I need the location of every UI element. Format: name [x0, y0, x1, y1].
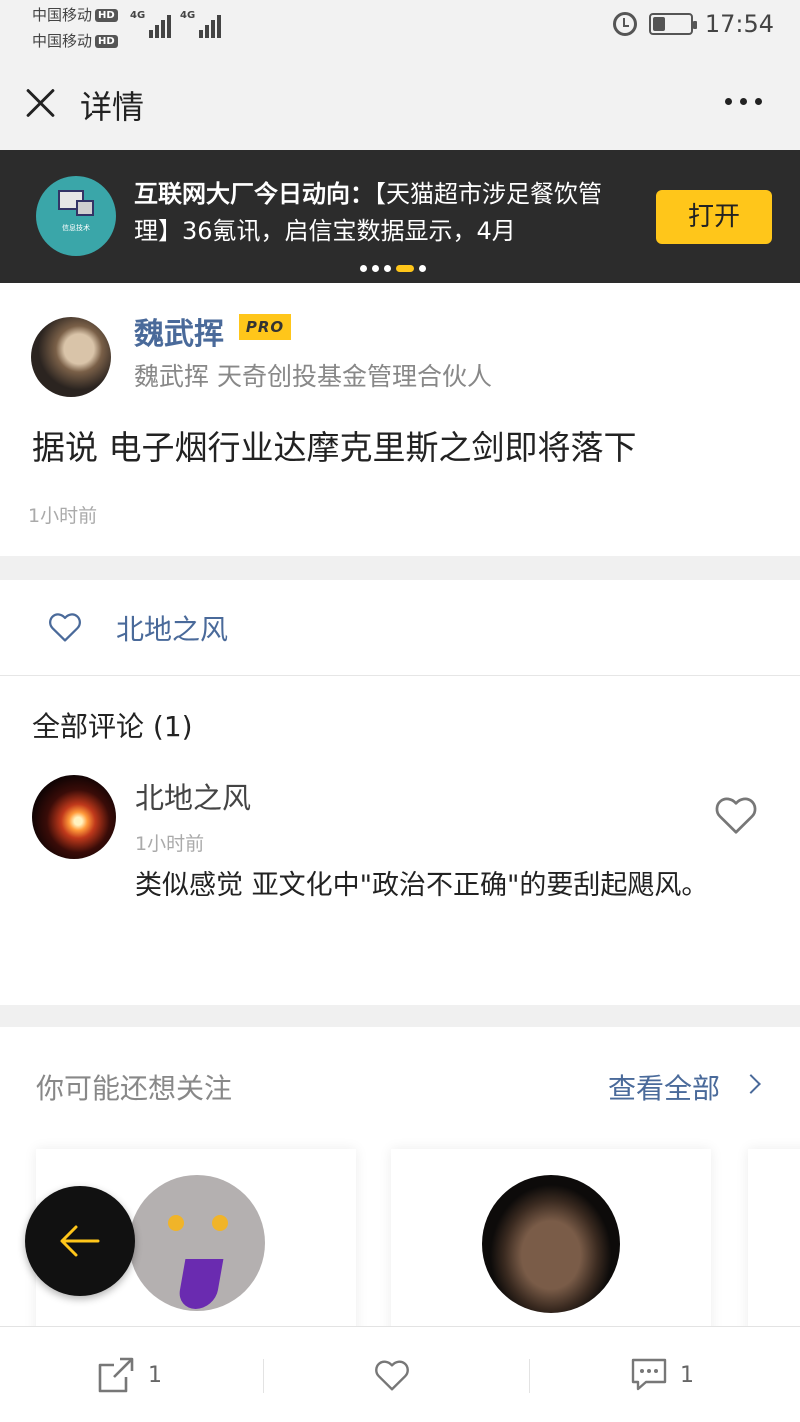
banner-headline: 互联网大厂今日动向： [134, 180, 374, 208]
post-time: 1小时前 [28, 505, 98, 527]
clock: 17:54 [704, 10, 774, 38]
banner-text: 互联网大厂今日动向：【天猫超市涉足餐饮管理】36氪讯，启信宝数据显示，4月 [134, 176, 624, 250]
heart-icon [49, 613, 81, 642]
comment-icon [631, 1358, 667, 1391]
view-all-link[interactable]: 查看全部 [608, 1067, 720, 1107]
recommend-avatar[interactable] [482, 1175, 620, 1313]
author-description: 魏武挥 天奇创投基金管理合伙人 [134, 362, 492, 391]
commenter-name[interactable]: 北地之风 [135, 775, 251, 817]
author-avatar[interactable] [31, 317, 111, 397]
computer-icon [76, 200, 94, 216]
signal-icon: 4G [180, 10, 222, 38]
hd-badge: HD [95, 35, 118, 48]
close-icon[interactable] [24, 86, 58, 120]
bottom-action-bar: 1 1 [0, 1326, 800, 1422]
carousel-dot[interactable] [360, 265, 367, 272]
comments-title: 全部评论 (1) [32, 710, 193, 743]
recommend-card[interactable] [391, 1149, 711, 1327]
recommend-avatar[interactable] [129, 1175, 265, 1311]
share-button[interactable]: 1 [96, 1327, 162, 1422]
logo-text: 信息技术 [62, 224, 90, 232]
carrier1-text: 中国移动 [32, 6, 93, 24]
comment-like-icon[interactable] [713, 795, 759, 835]
carrier-label: 中国移动 HD [32, 4, 118, 25]
carousel-dots [360, 265, 426, 272]
likes-section: 北地之风 [0, 580, 800, 676]
signal-icon: 4G [130, 10, 172, 38]
open-app-button[interactable]: 打开 [656, 190, 772, 244]
page-title: 详情 [80, 88, 145, 126]
battery-icon [648, 13, 697, 35]
hd-badge: HD [95, 9, 118, 22]
author-name[interactable]: 魏武挥 [134, 309, 224, 353]
post-content: 据说 电子烟行业达摩克里斯之剑即将落下 [32, 428, 637, 467]
recommend-card[interactable] [748, 1149, 800, 1327]
recommendations-section: 你可能还想关注 查看全部 [0, 1027, 800, 1327]
liker-name[interactable]: 北地之风 [116, 608, 228, 648]
share-count: 1 [148, 1362, 162, 1388]
share-icon [98, 1357, 134, 1393]
battery-fill [652, 17, 666, 31]
carrier-label: 中国移动 HD [32, 30, 118, 51]
section-divider [0, 556, 800, 580]
comments-section: 全部评论 (1) 北地之风 1小时前 类似感觉 亚文化中"政治不正确"的要刮起飓… [0, 677, 800, 1005]
carousel-dot[interactable] [396, 265, 414, 272]
network-type: 4G [180, 10, 196, 21]
arrow-left-icon [60, 1225, 100, 1257]
carousel-dot[interactable] [419, 265, 426, 272]
commenter-avatar[interactable] [32, 775, 116, 859]
carousel-dot[interactable] [372, 265, 379, 272]
comment-count: 1 [680, 1362, 694, 1388]
comment-text: 类似感觉 亚文化中"政治不正确"的要刮起飓风。 [135, 870, 709, 901]
comment-button[interactable]: 1 [630, 1327, 694, 1422]
recommend-title: 你可能还想关注 [36, 1072, 233, 1105]
carrier2-text: 中国移动 [32, 32, 93, 50]
like-button[interactable] [374, 1327, 410, 1422]
nav-bar: 详情 [0, 56, 800, 150]
pro-badge: PRO [239, 314, 291, 340]
carousel-dot[interactable] [384, 265, 391, 272]
app-promo-banner[interactable]: 信息技术 互联网大厂今日动向：【天猫超市涉足餐饮管理】36氪讯，启信宝数据显示，… [0, 150, 800, 283]
comment-time: 1小时前 [135, 833, 205, 855]
section-divider [0, 1005, 800, 1027]
alarm-icon [612, 12, 637, 36]
back-fab[interactable] [25, 1186, 135, 1296]
network-type: 4G [130, 10, 146, 21]
more-icon[interactable] [725, 98, 762, 105]
status-bar: 中国移动 HD 中国移动 HD 4G 4G 17:54 [0, 0, 800, 56]
post-card: 魏武挥 PRO 魏武挥 天奇创投基金管理合伙人 据说 电子烟行业达摩克里斯之剑即… [0, 283, 800, 556]
app-logo: 信息技术 [36, 176, 116, 256]
chevron-right-icon[interactable] [741, 1074, 761, 1094]
heart-icon [375, 1360, 409, 1391]
